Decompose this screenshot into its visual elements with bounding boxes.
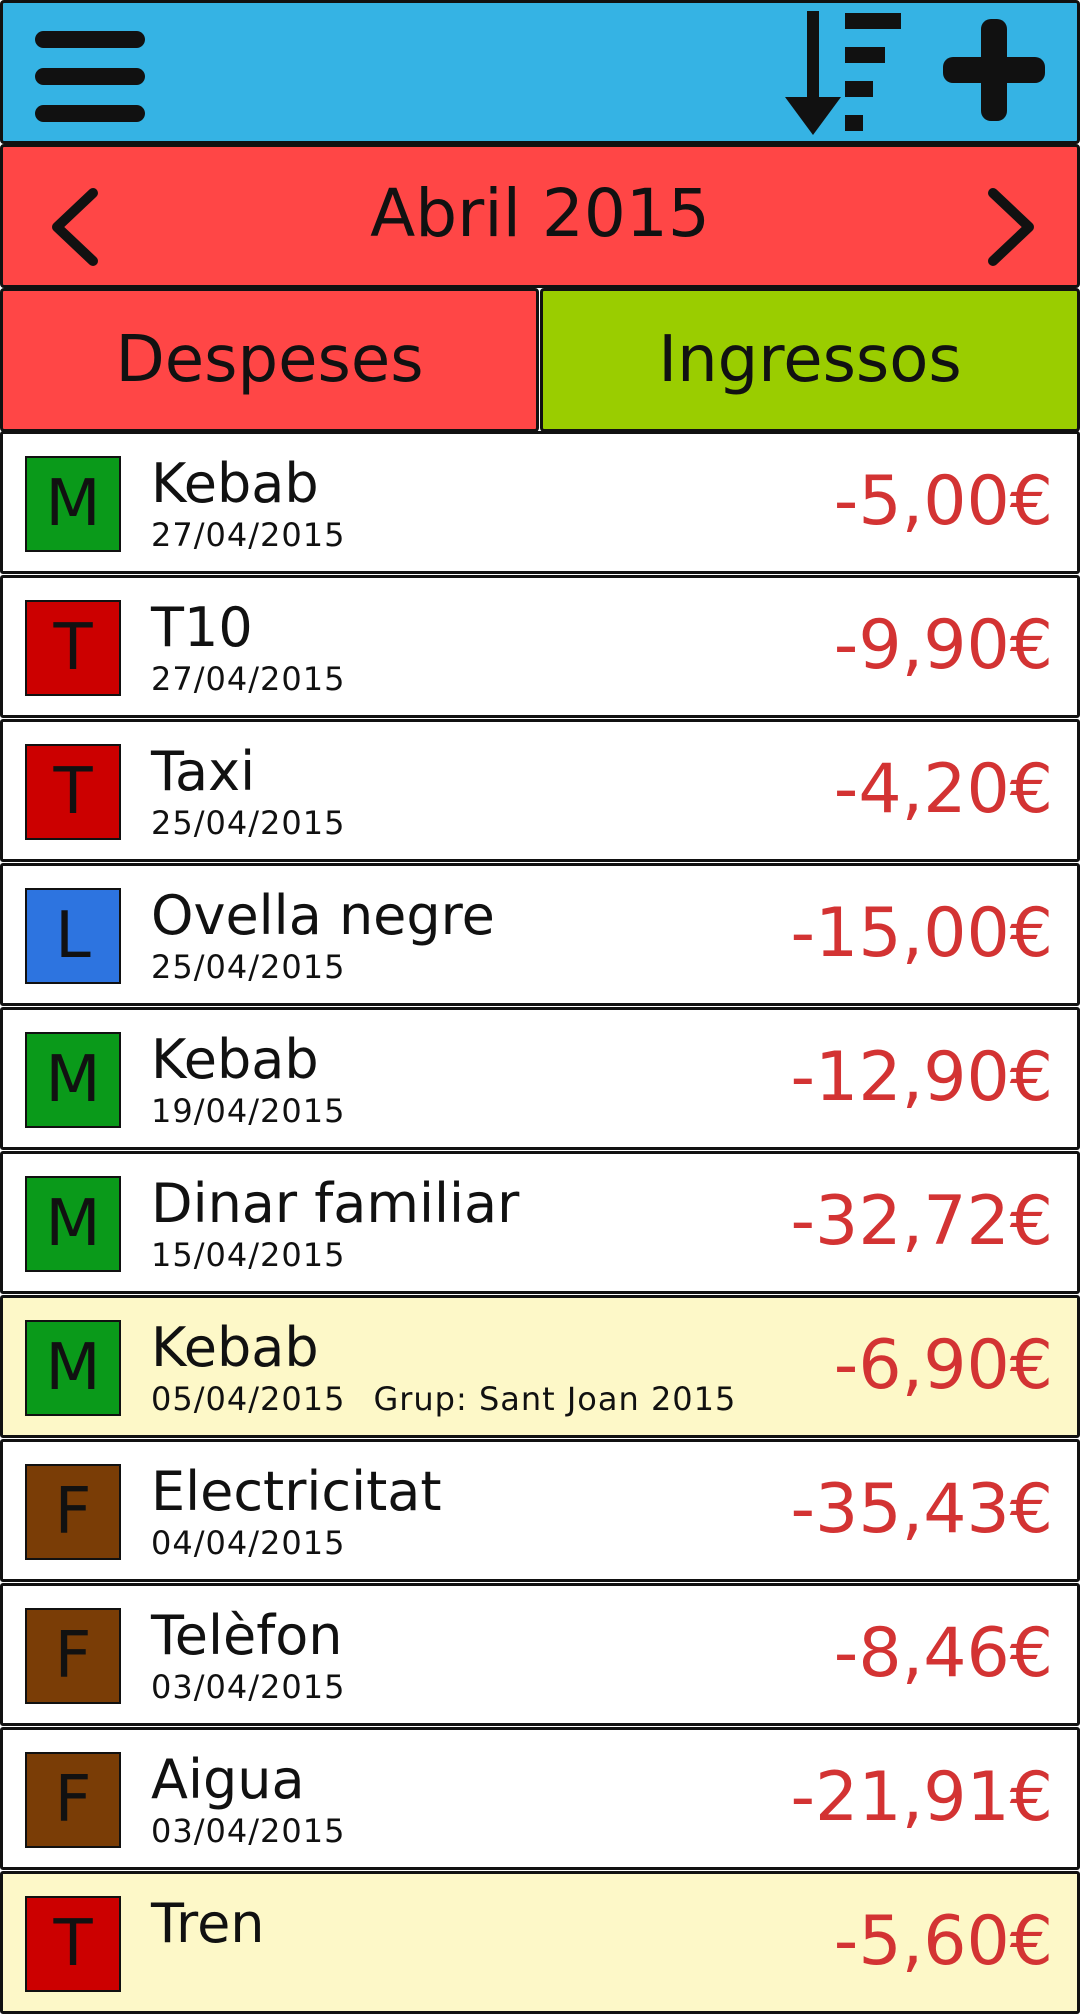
transaction-row[interactable]: M Dinar familiar 15/04/2015 -32,72€ [0,1151,1080,1294]
transaction-amount: -8,46€ [833,1614,1053,1693]
category-badge: T [25,744,121,840]
transaction-row[interactable]: M Kebab 19/04/2015 -12,90€ [0,1007,1080,1150]
transaction-row[interactable]: F Electricitat 04/04/2015 -35,43€ [0,1439,1080,1582]
category-badge: F [25,1752,121,1848]
transaction-name: Kebab [151,1028,319,1091]
transaction-name: Kebab [151,452,319,515]
category-badge: M [25,456,121,552]
transaction-amount: -21,91€ [790,1758,1053,1837]
transaction-date: 04/04/2015 [151,1524,345,1562]
date-text: 25/04/2015 [151,948,346,986]
category-badge: M [25,1176,121,1272]
transaction-amount: -12,90€ [790,1038,1053,1117]
category-badge: T [25,600,121,696]
category-badge: F [25,1464,121,1560]
date-text: 15/04/2015 [151,1236,346,1274]
transaction-name: T10 [151,596,253,659]
date-text: 04/04/2015 [151,1524,346,1562]
transaction-amount: -5,00€ [833,462,1053,541]
transaction-date: 05/04/2015 Grup: Sant Joan 2015 [151,1380,736,1418]
category-badge: T [25,1896,121,1992]
category-badge: L [25,888,121,984]
date-text: 03/04/2015 [151,1812,346,1850]
hamburger-menu-icon[interactable] [35,31,147,123]
transaction-date: 19/04/2015 [151,1092,345,1130]
top-app-bar [0,0,1080,144]
transaction-amount: -6,90€ [833,1326,1053,1405]
transaction-row[interactable]: F Aigua 03/04/2015 -21,91€ [0,1727,1080,1870]
transaction-name: Ovella negre [151,884,495,947]
transaction-date: 03/04/2015 [151,1812,345,1850]
date-text: 27/04/2015 [151,660,346,698]
transaction-amount: -5,60€ [833,1902,1053,1981]
date-text: 03/04/2015 [151,1668,346,1706]
transaction-amount: -15,00€ [790,894,1053,973]
transaction-amount: -32,72€ [790,1182,1053,1261]
transaction-name: Kebab [151,1316,319,1379]
transaction-date: 03/04/2015 [151,1668,345,1706]
date-text: 27/04/2015 [151,516,346,554]
transaction-amount: -35,43€ [790,1470,1053,1549]
transaction-date: 27/04/2015 [151,660,345,698]
transaction-date: 25/04/2015 [151,804,345,842]
month-title: Abril 2015 [370,175,710,252]
date-text: 25/04/2015 [151,804,346,842]
transaction-name: Telèfon [151,1604,343,1667]
category-badge: F [25,1608,121,1704]
month-navigation-bar: Abril 2015 [0,144,1080,288]
transaction-row[interactable]: T T10 27/04/2015 -9,90€ [0,575,1080,718]
category-badge: M [25,1320,121,1416]
transaction-date: 15/04/2015 [151,1236,345,1274]
transaction-name: Aigua [151,1748,305,1811]
transaction-row-grouped[interactable]: M Kebab 05/04/2015 Grup: Sant Joan 2015 -… [0,1295,1080,1438]
tab-despeses[interactable]: Despeses [0,288,539,432]
sort-descending-icon[interactable] [775,9,915,139]
transaction-name: Tren [151,1892,265,1955]
transaction-amount: -9,90€ [833,606,1053,685]
transaction-row-grouped[interactable]: T Tren -5,60€ [0,1871,1080,2014]
tab-ingressos[interactable]: Ingressos [540,288,1080,432]
transaction-name: Electricitat [151,1460,442,1523]
group-label: Grup: Sant Joan 2015 [373,1380,737,1418]
transaction-name: Dinar familiar [151,1172,520,1235]
transaction-date: 27/04/2015 [151,516,345,554]
chevron-right-icon[interactable] [979,187,1039,267]
date-text: 19/04/2015 [151,1092,346,1130]
transaction-row[interactable]: F Telèfon 03/04/2015 -8,46€ [0,1583,1080,1726]
transaction-name: Taxi [151,740,256,803]
category-badge: M [25,1032,121,1128]
transaction-row[interactable]: T Taxi 25/04/2015 -4,20€ [0,719,1080,862]
date-text: 05/04/2015 [151,1380,346,1418]
transaction-amount: -4,20€ [833,750,1053,829]
transaction-row[interactable]: L Ovella negre 25/04/2015 -15,00€ [0,863,1080,1006]
transaction-date: 25/04/2015 [151,948,345,986]
plus-icon[interactable] [941,17,1047,123]
transaction-row[interactable]: M Kebab 27/04/2015 -5,00€ [0,431,1080,574]
